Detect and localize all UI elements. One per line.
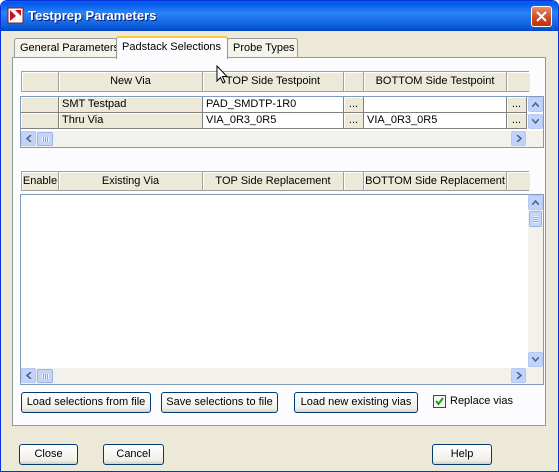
col-header-spacer-2 xyxy=(507,172,530,190)
top-testpoint-cell[interactable]: PAD_SMDTP-1R0 xyxy=(203,97,344,113)
top-testpoint-cell[interactable]: VIA_0R3_0R5 xyxy=(203,113,344,129)
checkmark-icon xyxy=(435,397,444,406)
col-header-top-replacement[interactable]: TOP Side Replacement xyxy=(203,172,344,190)
load-selections-button[interactable]: Load selections from file xyxy=(21,392,151,413)
arrow-down-icon xyxy=(532,119,539,124)
arrow-right-icon xyxy=(516,372,523,379)
scroll-up-button[interactable] xyxy=(528,195,543,210)
col-header-existing-via[interactable]: Existing Via xyxy=(59,172,203,190)
col-header-spacer-2 xyxy=(507,72,530,91)
replace-vias-checkbox[interactable] xyxy=(433,395,446,408)
col-header-enable[interactable]: Enable xyxy=(22,172,59,190)
grip-icon xyxy=(42,137,49,142)
col-header-new-via[interactable]: New Via xyxy=(59,72,203,91)
bottom-testpoint-cell[interactable]: VIA_0R3_0R5 xyxy=(364,113,507,129)
scroll-right-button[interactable] xyxy=(511,131,526,146)
arrow-up-icon xyxy=(532,102,539,107)
horizontal-scroll-thumb[interactable] xyxy=(37,369,53,383)
horizontal-scroll-thumb[interactable] xyxy=(37,132,53,146)
new-via-grid: SMT Testpad PAD_SMDTP-1R0 ... ... Thru V… xyxy=(20,96,544,148)
top-browse-button[interactable]: ... xyxy=(344,113,364,129)
help-button[interactable]: Help xyxy=(432,444,492,465)
mouse-cursor-icon xyxy=(216,65,228,84)
col-header-spacer xyxy=(344,172,364,190)
existing-via-header: Enable Existing Via TOP Side Replacement… xyxy=(21,171,530,191)
scroll-down-button[interactable] xyxy=(528,114,543,129)
vertical-scroll-thumb[interactable] xyxy=(529,211,542,227)
new-via-name-cell[interactable]: Thru Via xyxy=(59,113,203,129)
grip-icon xyxy=(42,374,49,379)
tab-general-parameters[interactable]: General Parameters xyxy=(14,38,119,58)
cancel-button[interactable]: Cancel xyxy=(103,444,164,465)
window-close-button[interactable] xyxy=(531,6,552,27)
bottom-browse-button[interactable]: ... xyxy=(507,97,527,113)
arrow-up-icon xyxy=(532,200,539,205)
scroll-left-button[interactable] xyxy=(21,131,36,146)
arrow-down-icon xyxy=(532,357,539,362)
bottom-browse-button[interactable]: ... xyxy=(507,113,527,129)
col-header-bottom-replacement[interactable]: BOTTOM Side Replacement xyxy=(364,172,507,190)
arrow-left-icon xyxy=(26,135,32,142)
row-header-corner xyxy=(22,72,59,91)
testprep-parameters-window: Testprep Parameters General Parameters P… xyxy=(0,0,559,472)
col-header-bottom-testpoint[interactable]: BOTTOM Side Testpoint xyxy=(364,72,507,91)
app-icon xyxy=(7,7,24,24)
new-via-header: New Via TOP Side Testpoint BOTTOM Side T… xyxy=(21,71,530,92)
new-via-name-cell[interactable]: SMT Testpad xyxy=(59,97,203,113)
tab-padstack-selections[interactable]: Padstack Selections xyxy=(116,36,228,59)
arrow-left-icon xyxy=(26,372,32,379)
col-header-spacer xyxy=(344,72,364,91)
scroll-down-button[interactable] xyxy=(528,352,543,367)
load-existing-vias-button[interactable]: Load new existing vias xyxy=(294,392,418,413)
close-icon xyxy=(536,11,547,22)
padstack-selections-panel: New Via TOP Side Testpoint BOTTOM Side T… xyxy=(12,57,546,426)
horizontal-scrollbar[interactable] xyxy=(21,131,543,147)
existing-via-grid[interactable] xyxy=(20,194,544,385)
tab-probe-types[interactable]: Probe Types xyxy=(227,38,298,58)
replace-vias-label[interactable]: Replace vias xyxy=(450,395,513,407)
row-header[interactable] xyxy=(21,113,59,129)
arrow-right-icon xyxy=(516,135,523,142)
close-button[interactable]: Close xyxy=(19,444,78,465)
title-bar[interactable]: Testprep Parameters xyxy=(1,1,558,31)
save-selections-button[interactable]: Save selections to file xyxy=(161,392,278,413)
scroll-up-button[interactable] xyxy=(528,97,543,112)
top-browse-button[interactable]: ... xyxy=(344,97,364,113)
row-header[interactable] xyxy=(21,97,59,113)
window-title: Testprep Parameters xyxy=(28,8,157,23)
horizontal-scrollbar[interactable] xyxy=(21,368,543,384)
grip-icon xyxy=(533,216,538,223)
scroll-right-button[interactable] xyxy=(511,368,526,383)
bottom-testpoint-cell[interactable] xyxy=(364,97,507,113)
scroll-left-button[interactable] xyxy=(21,368,36,383)
